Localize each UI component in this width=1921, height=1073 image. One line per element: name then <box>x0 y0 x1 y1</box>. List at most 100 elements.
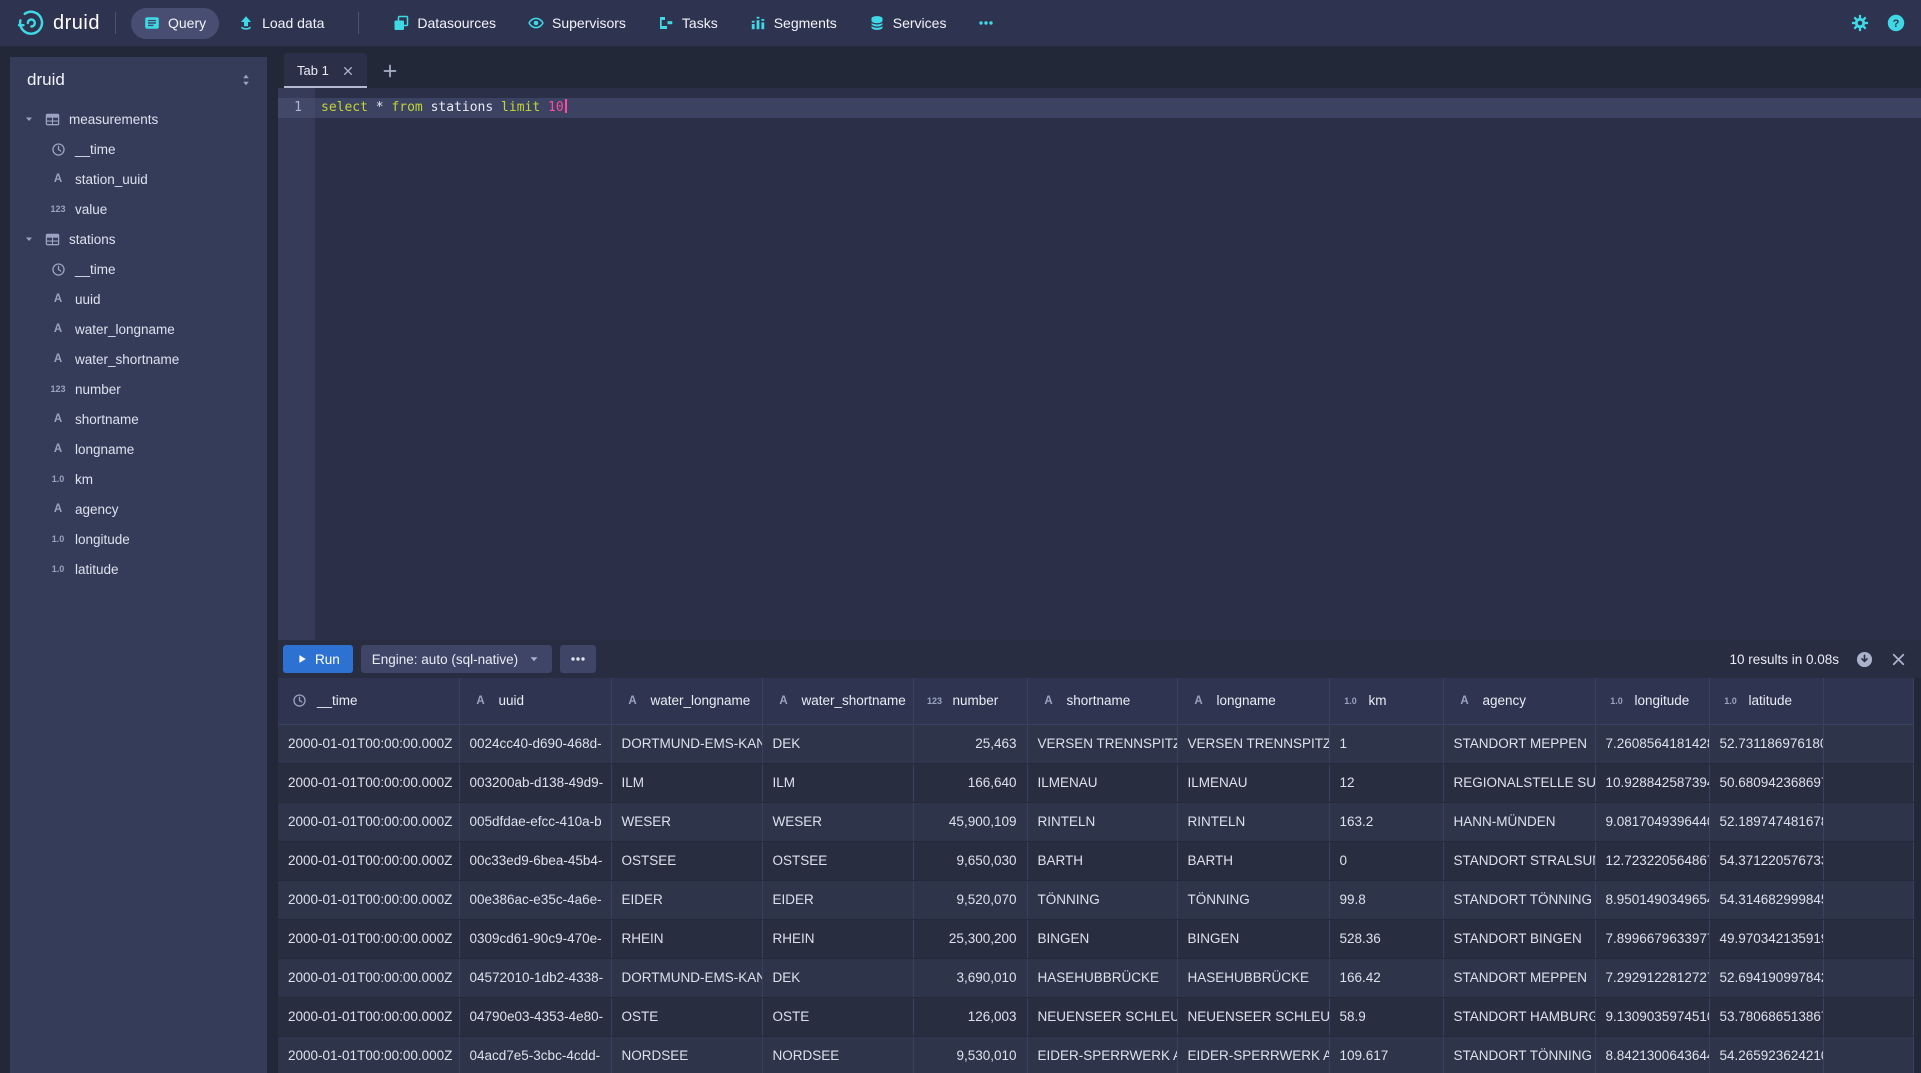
cell-longname[interactable]: VERSEN TRENNSPITZE <box>1177 724 1329 763</box>
cell-shortname[interactable]: ILMENAU <box>1027 763 1177 802</box>
help-icon[interactable]: ? <box>1887 14 1905 32</box>
cell-latitude[interactable]: 49.970342135919 <box>1709 919 1823 958</box>
cell-agency[interactable]: STANDORT HAMBURG <box>1443 997 1595 1036</box>
nav-item-supervisors[interactable]: Supervisors <box>515 8 639 39</box>
cell-km[interactable]: 99.8 <box>1329 880 1443 919</box>
cell-water-shortname[interactable]: DEK <box>762 958 913 997</box>
cell-uuid[interactable]: 04790e03-4353-4e80- <box>459 997 611 1036</box>
column-header-number[interactable]: 123number <box>913 678 1027 724</box>
cell-water-shortname[interactable]: ILM <box>762 763 913 802</box>
cell-time[interactable]: 2000-01-01T00:00:00.000Z <box>278 1036 459 1073</box>
cell-number[interactable]: 3,690,010 <box>913 958 1027 997</box>
tree-column-time[interactable]: __time <box>10 254 267 284</box>
cell-number[interactable]: 166,640 <box>913 763 1027 802</box>
tab-close-icon[interactable] <box>342 65 354 77</box>
cell-longitude[interactable]: 9.0817049396440 <box>1595 802 1709 841</box>
cell-agency[interactable]: STANDORT STRALSUND <box>1443 841 1595 880</box>
cell-longname[interactable]: EIDER-SPERRWERK AP <box>1177 1036 1329 1073</box>
cell-longname[interactable]: ILMENAU <box>1177 763 1329 802</box>
tree-column-agency[interactable]: Aagency <box>10 494 267 524</box>
cell-agency[interactable]: STANDORT MEPPEN <box>1443 958 1595 997</box>
cell-number[interactable]: 126,003 <box>913 997 1027 1036</box>
settings-gear-icon[interactable] <box>1851 14 1869 32</box>
cell-km[interactable]: 0 <box>1329 841 1443 880</box>
nav-item-segments[interactable]: Segments <box>737 8 850 39</box>
cell-water-longname[interactable]: RHEIN <box>611 919 762 958</box>
cell-km[interactable]: 528.36 <box>1329 919 1443 958</box>
cell-number[interactable]: 9,520,070 <box>913 880 1027 919</box>
tree-column-water-shortname[interactable]: Awater_shortname <box>10 344 267 374</box>
cell-shortname[interactable]: HASEHUBBRÜCKE <box>1027 958 1177 997</box>
cell-shortname[interactable]: TÖNNING <box>1027 880 1177 919</box>
tab-tab1[interactable]: Tab 1 <box>284 53 367 88</box>
cell-shortname[interactable]: RINTELN <box>1027 802 1177 841</box>
run-button[interactable]: Run <box>283 645 353 673</box>
cell-longname[interactable]: BARTH <box>1177 841 1329 880</box>
tree-column-uuid[interactable]: Auuid <box>10 284 267 314</box>
column-header-longitude[interactable]: 1.0longitude <box>1595 678 1709 724</box>
cell-uuid[interactable]: 04572010-1db2-4338- <box>459 958 611 997</box>
tree-column-station-uuid[interactable]: Astation_uuid <box>10 164 267 194</box>
column-header-water-shortname[interactable]: Awater_shortname <box>762 678 913 724</box>
cell-water-longname[interactable]: NORDSEE <box>611 1036 762 1073</box>
cell-agency[interactable]: STANDORT BINGEN <box>1443 919 1595 958</box>
cell-latitude[interactable]: 54.265923624210 <box>1709 1036 1823 1073</box>
cell-longitude[interactable]: 7.8996679633977 <box>1595 919 1709 958</box>
cell-shortname[interactable]: BARTH <box>1027 841 1177 880</box>
cell-water-shortname[interactable]: EIDER <box>762 880 913 919</box>
cell-shortname[interactable]: NEUENSEER SCHLEUSE <box>1027 997 1177 1036</box>
tree-column-time[interactable]: __time <box>10 134 267 164</box>
druid-logo[interactable]: druid <box>16 9 100 37</box>
cell-water-shortname[interactable]: NORDSEE <box>762 1036 913 1073</box>
cell-time[interactable]: 2000-01-01T00:00:00.000Z <box>278 841 459 880</box>
cell-agency[interactable]: STANDORT TÖNNING <box>1443 880 1595 919</box>
cell-water-longname[interactable]: ILM <box>611 763 762 802</box>
cell-number[interactable]: 25,463 <box>913 724 1027 763</box>
tree-column-shortname[interactable]: Ashortname <box>10 404 267 434</box>
column-header-latitude[interactable]: 1.0latitude <box>1709 678 1823 724</box>
engine-select[interactable]: Engine: auto (sql-native) <box>361 645 552 673</box>
cell-water-longname[interactable]: DORTMUND-EMS-KANAL <box>611 724 762 763</box>
cell-water-longname[interactable]: OSTSEE <box>611 841 762 880</box>
cell-number[interactable]: 9,650,030 <box>913 841 1027 880</box>
cell-time[interactable]: 2000-01-01T00:00:00.000Z <box>278 997 459 1036</box>
column-header-uuid[interactable]: Auuid <box>459 678 611 724</box>
nav-item-more[interactable] <box>965 8 1007 39</box>
cell-time[interactable]: 2000-01-01T00:00:00.000Z <box>278 802 459 841</box>
cell-uuid[interactable]: 005dfdae-efcc-410a-b <box>459 802 611 841</box>
cell-number[interactable]: 25,300,200 <box>913 919 1027 958</box>
query-more-button[interactable] <box>560 645 596 673</box>
cell-longitude[interactable]: 7.2608564181428 <box>1595 724 1709 763</box>
cell-longname[interactable]: NEUENSEER SCHLEUSE <box>1177 997 1329 1036</box>
double-caret-vertical-icon[interactable] <box>239 73 253 87</box>
tree-group-measurements[interactable]: measurements <box>10 104 267 134</box>
cell-longname[interactable]: HASEHUBBRÜCKE <box>1177 958 1329 997</box>
cell-km[interactable]: 163.2 <box>1329 802 1443 841</box>
column-header-agency[interactable]: Aagency <box>1443 678 1595 724</box>
cell-latitude[interactable]: 54.314682999845 <box>1709 880 1823 919</box>
cell-agency[interactable]: HANN-MÜNDEN <box>1443 802 1595 841</box>
tree-group-stations[interactable]: stations <box>10 224 267 254</box>
sql-editor[interactable]: 1 select * from stations limit 10 <box>278 88 1921 640</box>
cell-km[interactable]: 12 <box>1329 763 1443 802</box>
cell-uuid[interactable]: 04acd7e5-3cbc-4cdd- <box>459 1036 611 1073</box>
nav-item-services[interactable]: Services <box>856 8 960 39</box>
cell-water-shortname[interactable]: RHEIN <box>762 919 913 958</box>
column-header-shortname[interactable]: Ashortname <box>1027 678 1177 724</box>
tree-column-longitude[interactable]: 1.0longitude <box>10 524 267 554</box>
cell-km[interactable]: 1 <box>1329 724 1443 763</box>
cell-agency[interactable]: STANDORT MEPPEN <box>1443 724 1595 763</box>
cell-uuid[interactable]: 00e386ac-e35c-4a6e- <box>459 880 611 919</box>
nav-item-tasks[interactable]: Tasks <box>645 8 731 39</box>
cell-water-longname[interactable]: DORTMUND-EMS-KANAL <box>611 958 762 997</box>
cell-uuid[interactable]: 00c33ed9-6bea-45b4- <box>459 841 611 880</box>
cell-longname[interactable]: RINTELN <box>1177 802 1329 841</box>
cell-longname[interactable]: TÖNNING <box>1177 880 1329 919</box>
column-header-longname[interactable]: Alongname <box>1177 678 1329 724</box>
column-header-water-longname[interactable]: Awater_longname <box>611 678 762 724</box>
cell-latitude[interactable]: 52.694190997842 <box>1709 958 1823 997</box>
tree-column-latitude[interactable]: 1.0latitude <box>10 554 267 584</box>
cell-shortname[interactable]: EIDER-SPERRWERK AP <box>1027 1036 1177 1073</box>
cell-number[interactable]: 45,900,109 <box>913 802 1027 841</box>
cell-uuid[interactable]: 0309cd61-90c9-470e- <box>459 919 611 958</box>
